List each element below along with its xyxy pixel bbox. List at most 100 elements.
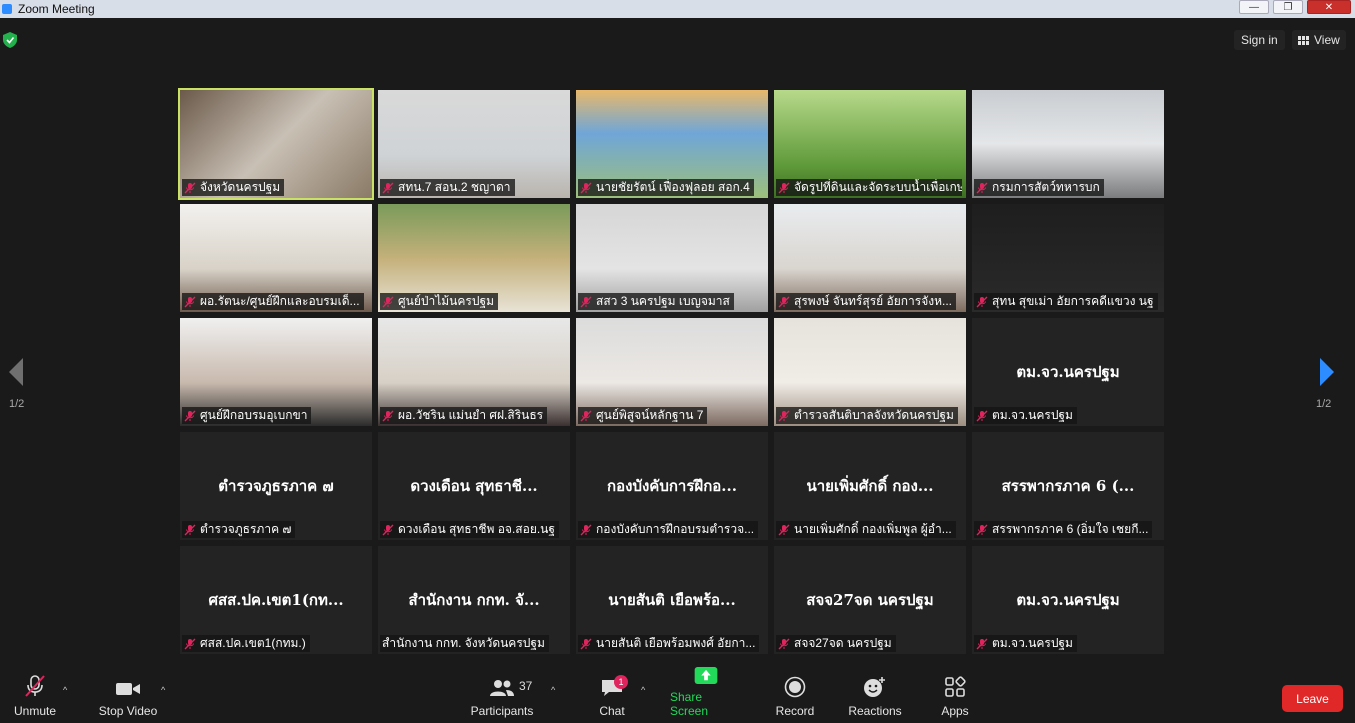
reactions-button[interactable]: Reactions: [848, 667, 902, 723]
participant-tile[interactable]: กองบังคับการฝึกอ... กองบังคับการฝึกอบรมตำ…: [576, 432, 768, 540]
apps-button[interactable]: Apps: [935, 667, 975, 723]
participant-tile[interactable]: ตำรวจสันติบาลจังหวัดนครปฐม: [774, 318, 966, 426]
smiley-reaction-icon: [864, 677, 885, 697]
maximize-button[interactable]: ❐: [1273, 0, 1303, 14]
leave-meeting-button[interactable]: Leave: [1282, 685, 1343, 712]
zoom-app-icon: [2, 4, 12, 14]
participant-name-text: ศูนย์พิสูจน์หลักฐาน 7: [596, 408, 704, 422]
participant-tile[interactable]: สทน.7 สอน.2 ชญาดา: [378, 90, 570, 198]
participant-display-name: ตม.จว.นครปฐม: [1016, 591, 1120, 609]
participants-button[interactable]: Participants 37: [470, 667, 534, 723]
view-button[interactable]: View: [1292, 30, 1346, 50]
participant-tile[interactable]: นายชัยรัตน์ เฟื่องฟุลอย สอก.4: [576, 90, 768, 198]
apps-grid-icon: [945, 676, 966, 697]
participant-tile[interactable]: ผอ.วัชริน แม่นยำ ศฝ.สิรินธร: [378, 318, 570, 426]
muted-mic-icon: [976, 410, 988, 421]
participant-tile[interactable]: ตม.จว.นครปฐม ตม.จว.นครปฐม: [972, 546, 1164, 654]
view-label: View: [1314, 33, 1340, 47]
participant-name-text: นายชัยรัตน์ เฟื่องฟุลอย สอก.4: [596, 180, 750, 194]
reactions-label: Reactions: [848, 704, 902, 718]
share-screen-button[interactable]: Share Screen: [670, 667, 742, 723]
participant-name-label: ตำรวจสันติบาลจังหวัดนครปฐม: [776, 407, 958, 424]
participant-tile[interactable]: ศูนย์ป่าไม้นครปฐม: [378, 204, 570, 312]
minimize-button[interactable]: —: [1239, 0, 1269, 14]
participant-name-text: ตำรวจสันติบาลจังหวัดนครปฐม: [794, 408, 954, 422]
grid-view-icon: [1298, 35, 1309, 45]
participants-options-chevron-icon[interactable]: ^: [551, 685, 555, 695]
participant-tile[interactable]: ตำรวจภูธรภาค ๗ตำรวจภูธรภาค ๗: [180, 432, 372, 540]
unmute-button[interactable]: Unmute: [8, 667, 62, 723]
video-options-chevron-icon[interactable]: ^: [161, 685, 165, 695]
participant-display-name: ศสส.ปค.เขต1(กท...: [208, 591, 344, 609]
share-screen-icon: [694, 667, 718, 684]
participant-tile[interactable]: นายเพิ่มศักดิ์ กอง... นายเพิ่มศักดิ์ กองเ…: [774, 432, 966, 540]
participant-name-text: สรรพากรภาค 6 (อิ่มใจ เชยกี...: [992, 522, 1149, 536]
participant-tile[interactable]: กรมการสัตว์ทหารบก: [972, 90, 1164, 198]
muted-mic-icon: [580, 182, 592, 193]
participant-display-name: สำนักงาน กกท. จั...: [408, 591, 540, 609]
muted-mic-icon: [382, 410, 394, 421]
participant-name-label: ศสส.ปค.เขต1(กทม.): [182, 635, 310, 652]
participant-tile[interactable]: ผอ.รัตนะ/ศูนย์ฝึกและอบรมเด็...: [180, 204, 372, 312]
participant-tile[interactable]: ศูนย์ฝึกอบรมอุเบกขา: [180, 318, 372, 426]
participant-name-label: กรมการสัตว์ทหารบก: [974, 179, 1104, 196]
participant-tile[interactable]: สจจ27จด นครปฐม สจจ27จด นครปฐม: [774, 546, 966, 654]
chat-options-chevron-icon[interactable]: ^: [641, 685, 645, 695]
participant-tile[interactable]: สุทน สุขเม่า อัยการคดีแขวง นฐ: [972, 204, 1164, 312]
chat-button[interactable]: Chat 1: [592, 667, 632, 723]
muted-mic-icon: [778, 182, 790, 193]
participant-tile[interactable]: ศสส.ปค.เขต1(กท... ศสส.ปค.เขต1(กทม.): [180, 546, 372, 654]
participant-tile[interactable]: สุรพงษ์ จันทร์สุรย์ อัยการจังห...: [774, 204, 966, 312]
participant-name-label: ตำรวจภูธรภาค ๗: [182, 521, 296, 538]
security-shield-icon[interactable]: [3, 32, 17, 48]
participant-tile[interactable]: จัดรูปที่ดินและจัดระบบน้ำเพื่อเกษ...: [774, 90, 966, 198]
participant-display-name: นายสันติ เยือพร้อ...: [608, 591, 736, 609]
participant-display-name: ตม.จว.นครปฐม: [1016, 363, 1120, 381]
muted-mic-icon: [382, 524, 394, 535]
participant-name-text: จัดรูปที่ดินและจัดระบบน้ำเพื่อเกษ...: [794, 180, 962, 194]
next-page-arrow-icon[interactable]: [1318, 358, 1336, 386]
participant-name-text: จังหวัดนครปฐม: [200, 180, 281, 194]
participant-tile[interactable]: จังหวัดนครปฐม: [178, 88, 374, 200]
sign-in-button[interactable]: Sign in: [1234, 30, 1285, 50]
record-icon: [784, 676, 806, 698]
participant-name-text: ตำรวจภูธรภาค ๗: [200, 522, 292, 536]
participant-name-label: ศูนย์ป่าไม้นครปฐม: [380, 293, 498, 310]
participant-tile[interactable]: สสว 3 นครปฐม เบญจมาส: [576, 204, 768, 312]
participant-display-name: ตำรวจภูธรภาค ๗: [218, 477, 334, 495]
page-indicator-left: 1/2: [9, 398, 25, 410]
participant-name-label: นายชัยรัตน์ เฟื่องฟุลอย สอก.4: [578, 179, 754, 196]
window-controls: — ❐ ✕: [1239, 0, 1351, 14]
participant-name-text: กองบังคับการฝึกอบรมตำรวจ...: [596, 522, 755, 536]
participant-tile[interactable]: นายสันติ เยือพร้อ... นายสันติ เยือพร้อมพง…: [576, 546, 768, 654]
participant-name-text: ผอ.วัชริน แม่นยำ ศฝ.สิรินธร: [398, 408, 544, 422]
participant-display-name: สรรพากรภาค 6 (...: [1001, 477, 1135, 495]
close-window-button[interactable]: ✕: [1307, 0, 1351, 14]
participant-name-label: กองบังคับการฝึกอบรมตำรวจ...: [578, 521, 759, 538]
meeting-toolbar: Unmute ^ Stop Video ^ Participants 37 ^ …: [0, 667, 1355, 723]
participant-name-label: สุทน สุขเม่า อัยการคดีแขวง นฐ: [974, 293, 1158, 310]
meeting-topbar: Sign in View: [0, 18, 1355, 62]
participant-name-label: สุรพงษ์ จันทร์สุรย์ อัยการจังห...: [776, 293, 956, 310]
participant-name-label: ดวงเดือน สุทธาชีพ อจ.สอย.นฐ: [380, 521, 560, 538]
participant-tile[interactable]: ตม.จว.นครปฐม ตม.จว.นครปฐม: [972, 318, 1164, 426]
prev-page-arrow-icon[interactable]: [7, 358, 25, 386]
participant-tile[interactable]: สรรพากรภาค 6 (... สรรพากรภาค 6 (อิ่มใจ เช…: [972, 432, 1164, 540]
audio-options-chevron-icon[interactable]: ^: [63, 685, 67, 695]
muted-mic-icon: [184, 638, 196, 649]
muted-mic-icon: [976, 524, 988, 535]
participant-name-label: ตม.จว.นครปฐม: [974, 635, 1077, 652]
apps-label: Apps: [941, 704, 969, 718]
participants-icon: [490, 680, 514, 696]
participant-tile[interactable]: ศูนย์พิสูจน์หลักฐาน 7: [576, 318, 768, 426]
participant-name-label: สทน.7 สอน.2 ชญาดา: [380, 179, 515, 196]
participant-name-text: สุรพงษ์ จันทร์สุรย์ อัยการจังห...: [794, 294, 952, 308]
participant-tile[interactable]: สำนักงาน กกท. จั... สำนักงาน กกท. จังหวัด…: [378, 546, 570, 654]
share-screen-label: Share Screen: [670, 690, 709, 718]
participant-tile[interactable]: ดวงเดือน สุทธาชี... ดวงเดือน สุทธาชีพ อจ.…: [378, 432, 570, 540]
record-button[interactable]: Record: [774, 667, 816, 723]
window-title: Zoom Meeting: [18, 2, 95, 16]
stop-video-button[interactable]: Stop Video: [96, 667, 160, 723]
muted-mic-icon: [580, 524, 592, 535]
participant-name-label: ตม.จว.นครปฐม: [974, 407, 1077, 424]
